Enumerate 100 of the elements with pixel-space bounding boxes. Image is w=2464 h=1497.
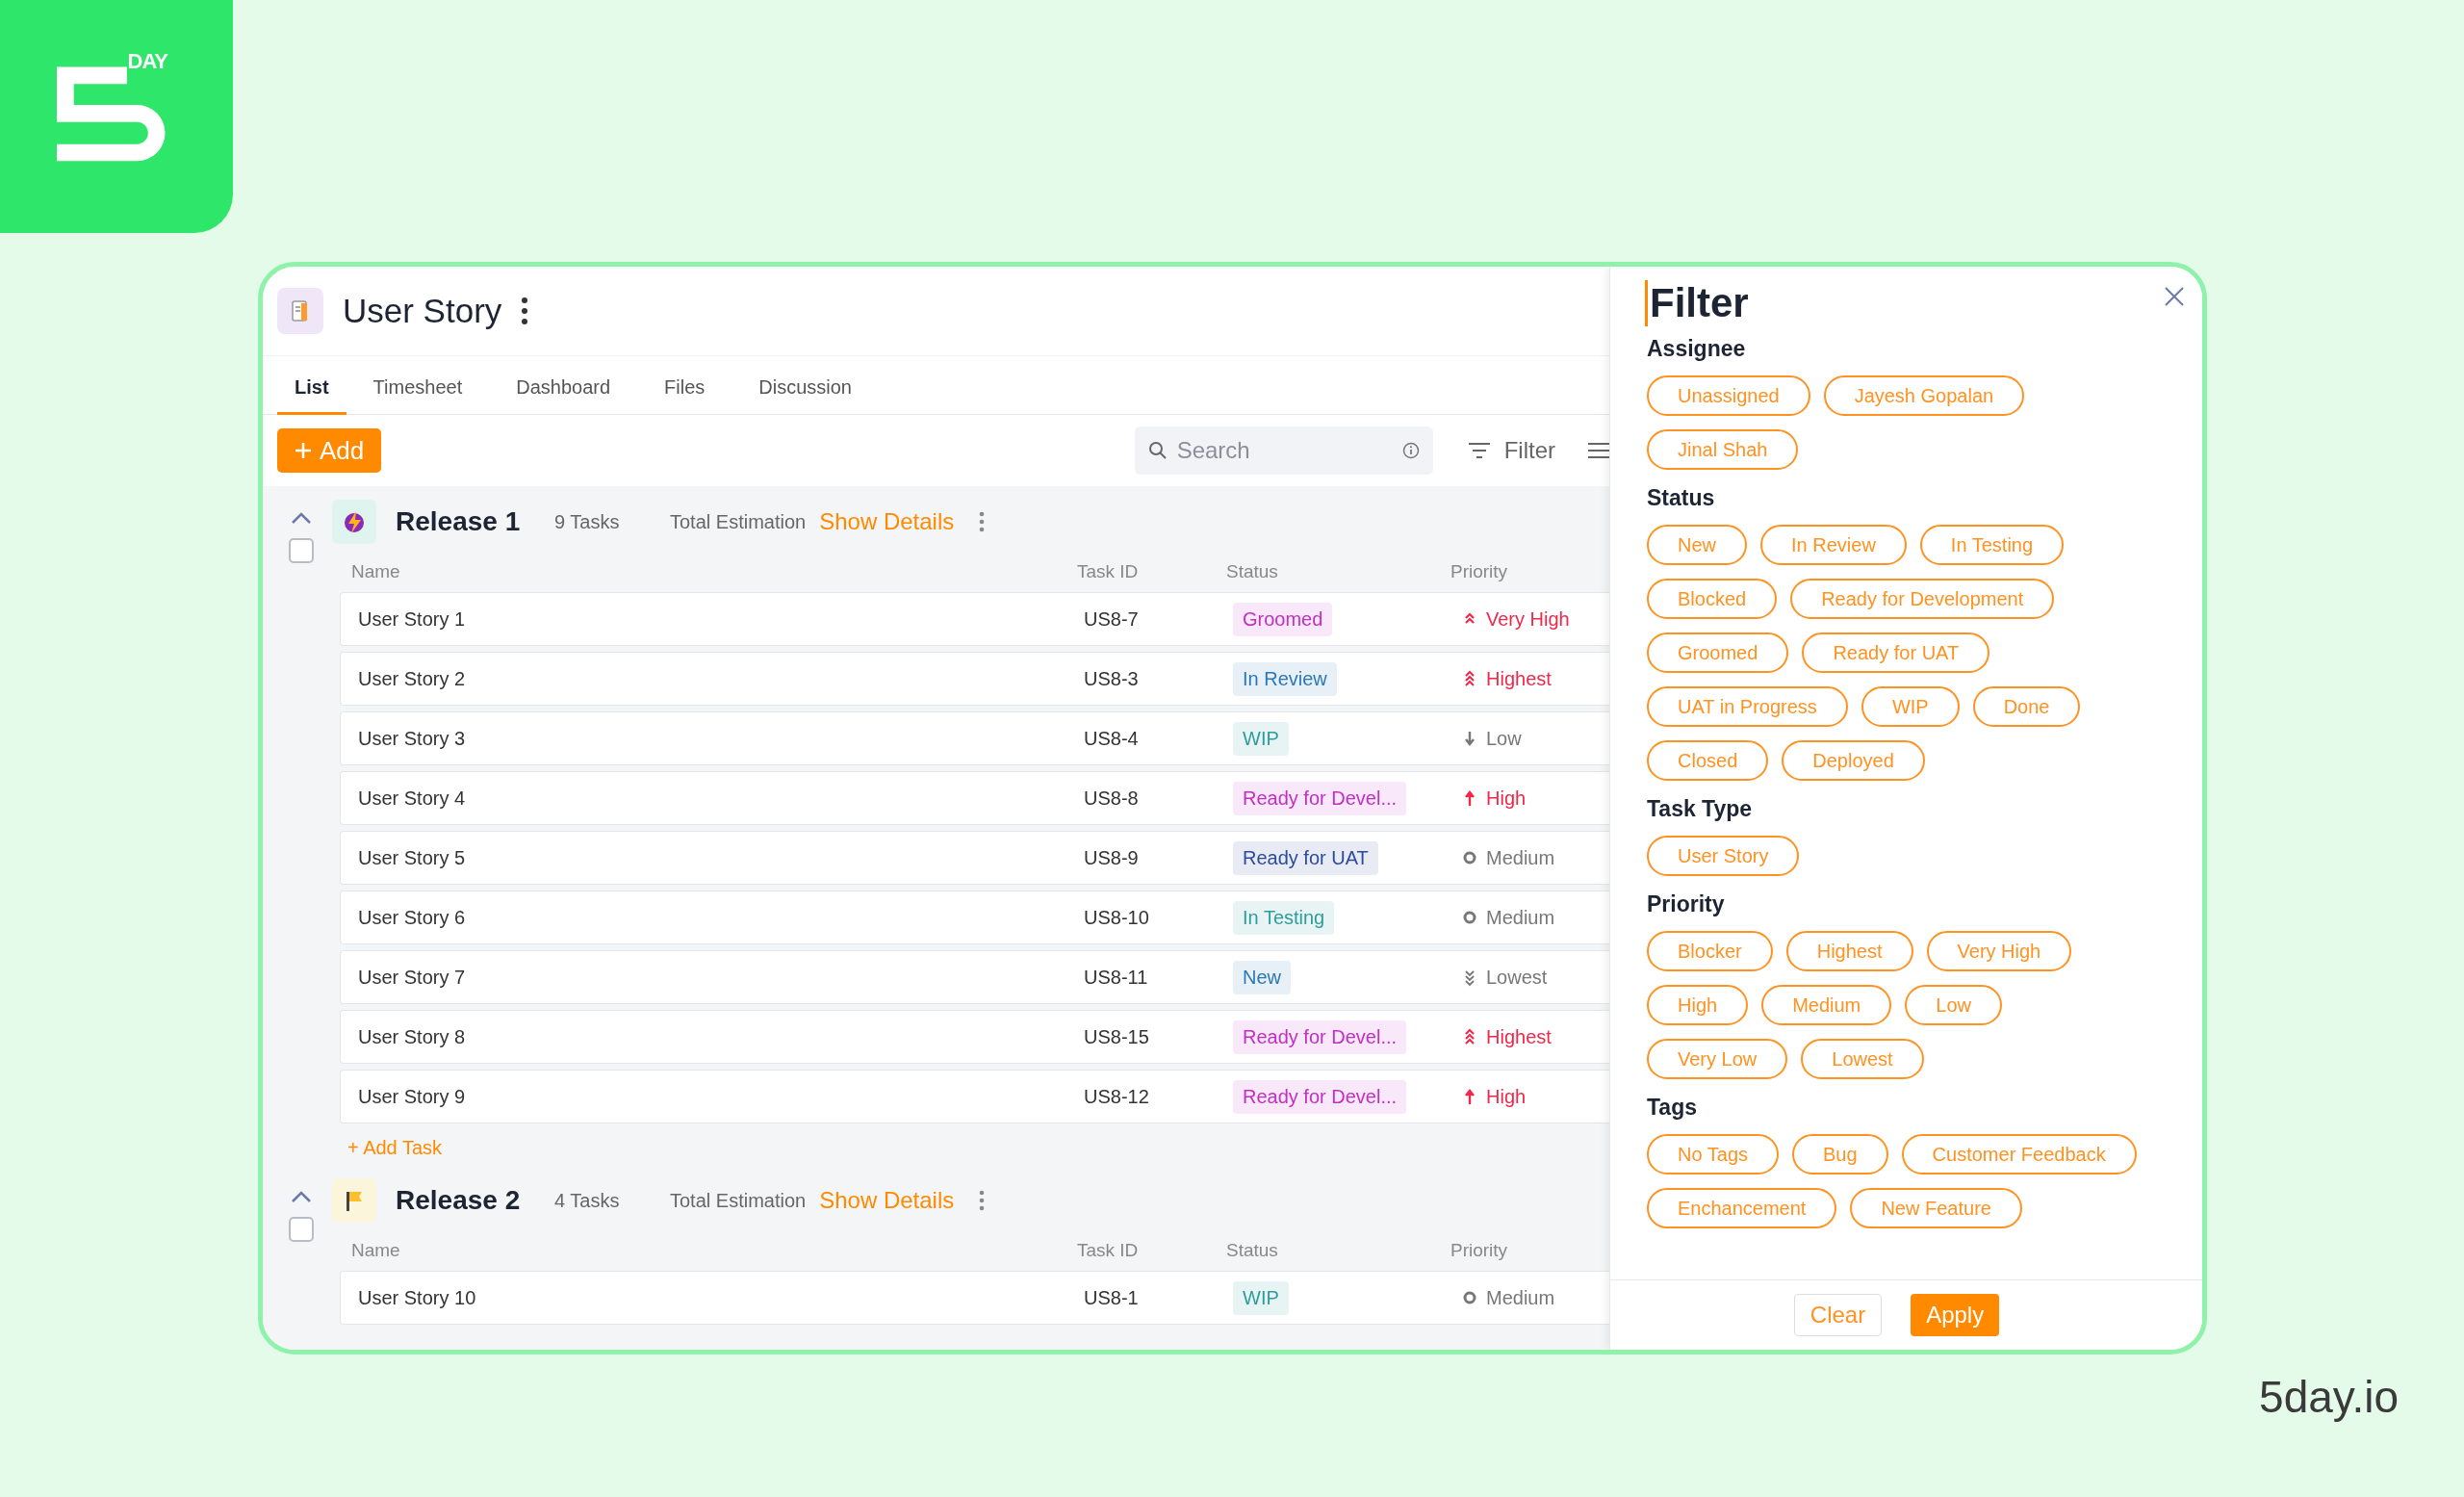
filter-chip[interactable]: UAT in Progress: [1647, 686, 1848, 727]
task-count: 9 Tasks: [554, 510, 621, 533]
filter-icon: [1467, 441, 1491, 460]
release-name: Release 2: [396, 1185, 522, 1216]
filter-chip[interactable]: Enchancement: [1647, 1188, 1837, 1228]
filter-chip[interactable]: Groomed: [1647, 632, 1789, 673]
column-header: Task ID: [1077, 1240, 1140, 1261]
add-button[interactable]: Add: [277, 428, 382, 473]
filter-chip[interactable]: Jinal Shah: [1647, 429, 1799, 470]
task-name: User Story 3: [358, 727, 467, 750]
filter-chip[interactable]: Blocked: [1647, 579, 1778, 619]
show-details-link[interactable]: Show Details: [819, 1187, 955, 1214]
task-id: US8-9: [1084, 846, 1140, 869]
filter-chip[interactable]: Deployed: [1782, 740, 1925, 781]
priority-icon: [1463, 1087, 1476, 1106]
chevron-icon[interactable]: [291, 511, 312, 525]
filter-chip[interactable]: In Review: [1760, 525, 1907, 565]
priority-icon: [1463, 1027, 1476, 1046]
section-title: Status: [1647, 485, 1716, 511]
status-tag: Ready for Devel...: [1233, 1020, 1407, 1054]
task-row[interactable]: User Story 10 US8-1 WIP Medium: [340, 1271, 1609, 1325]
filter-button[interactable]: Filter: [1461, 436, 1561, 465]
checkbox[interactable]: [289, 1217, 314, 1242]
filter-chip[interactable]: In Testing: [1919, 525, 2065, 565]
estimation-label: Total Estimation: [670, 1189, 807, 1212]
filter-chip[interactable]: WIP: [1861, 686, 1960, 727]
task-name: User Story 10: [358, 1286, 477, 1309]
task-name: User Story 5: [358, 846, 467, 869]
task-id: US8-10: [1084, 906, 1150, 929]
section-title: Assignee: [1647, 336, 1747, 362]
filter-chip[interactable]: Highest: [1785, 931, 1913, 971]
tab[interactable]: Timesheet: [346, 376, 490, 415]
task-id: US8-15: [1084, 1025, 1150, 1048]
filter-chip[interactable]: Blocker: [1647, 931, 1773, 971]
priority-icon: [1463, 968, 1476, 987]
task-row[interactable]: User Story 8 US8-15 Ready for Devel... Highest: [340, 1010, 1609, 1064]
chevron-icon[interactable]: [291, 1190, 312, 1203]
status-tag: Ready for Devel...: [1233, 1079, 1407, 1114]
filter-chip[interactable]: Done: [1972, 686, 2081, 727]
task-name: User Story 6: [358, 906, 467, 929]
filter-chip[interactable]: Ready for UAT: [1802, 632, 1990, 673]
filter-chip[interactable]: Very High: [1926, 931, 2072, 971]
show-details-link[interactable]: Show Details: [819, 508, 955, 535]
filter-chip[interactable]: Customer Feedback: [1901, 1134, 2137, 1174]
release-name: Release 1: [396, 506, 522, 537]
list-icon[interactable]: [1588, 441, 1609, 460]
filter-chip[interactable]: Lowest: [1801, 1039, 1924, 1079]
status-tag: WIP: [1233, 721, 1289, 756]
filter-chip[interactable]: Jayesh Gopalan: [1823, 375, 2025, 416]
task-row[interactable]: User Story 5 US8-9 Ready for UAT Medium: [340, 831, 1609, 885]
filter-chip[interactable]: Unassigned: [1647, 375, 1810, 416]
search-field[interactable]: Search: [1134, 426, 1433, 475]
task-row[interactable]: User Story 4 US8-8 Ready for Devel... High: [340, 771, 1609, 825]
status-tag: Ready for Devel...: [1233, 781, 1407, 815]
priority-label: Medium: [1486, 846, 1555, 869]
apply-button[interactable]: Apply: [1911, 1294, 2000, 1336]
task-row[interactable]: User Story 3 US8-4 WIP Low: [340, 711, 1609, 765]
more-options-icon[interactable]: [521, 297, 529, 325]
priority-label: Medium: [1486, 906, 1555, 929]
task-row[interactable]: User Story 1 US8-7 Groomed Very High: [340, 592, 1609, 646]
tab[interactable]: Dashboard: [489, 376, 638, 415]
checkbox[interactable]: [289, 538, 314, 563]
info-icon[interactable]: [1401, 442, 1420, 459]
site-address: 5day.io: [2259, 1371, 2399, 1423]
priority-label: High: [1486, 1085, 1527, 1108]
task-row[interactable]: User Story 6 US8-10 In Testing Medium: [340, 890, 1609, 944]
column-header: Task ID: [1077, 561, 1140, 582]
filter-chip[interactable]: New Feature: [1850, 1188, 2022, 1228]
page-title: User Story: [343, 292, 502, 330]
status-tag: Groomed: [1233, 602, 1333, 636]
priority-icon: [1463, 669, 1476, 688]
tab[interactable]: List: [277, 376, 346, 415]
filter-chip[interactable]: Low: [1905, 985, 2002, 1025]
task-row[interactable]: User Story 2 US8-3 In Review Highest: [340, 652, 1609, 706]
clear-button[interactable]: Clear: [1793, 1294, 1883, 1336]
filter-chip[interactable]: Ready for Development: [1790, 579, 2055, 619]
filter-chip[interactable]: User Story: [1647, 836, 1800, 876]
task-name: User Story 7: [358, 966, 467, 989]
task-name: User Story 4: [358, 787, 467, 810]
task-id: US8-3: [1084, 667, 1140, 690]
task-count: 4 Tasks: [554, 1189, 621, 1212]
task-row[interactable]: User Story 7 US8-11 New Lowest: [340, 950, 1609, 1004]
column-header: Priority: [1450, 561, 1509, 582]
search-icon: [1147, 441, 1168, 460]
section-title: Priority: [1647, 891, 1726, 917]
task-id: US8-4: [1084, 727, 1140, 750]
logo-wordmark: DAY: [127, 48, 167, 74]
filter-chip[interactable]: New: [1647, 525, 1747, 565]
tab[interactable]: Discussion: [732, 376, 879, 415]
priority-label: Very High: [1486, 607, 1570, 631]
filter-chip[interactable]: Very Low: [1647, 1039, 1788, 1079]
filter-chip[interactable]: Closed: [1647, 740, 1769, 781]
task-row[interactable]: User Story 9 US8-12 Ready for Devel... High: [340, 1070, 1609, 1123]
filter-chip[interactable]: Bug: [1792, 1134, 1888, 1174]
filter-chip[interactable]: High: [1647, 985, 1749, 1025]
filter-chip[interactable]: Medium: [1761, 985, 1892, 1025]
tab[interactable]: Files: [637, 376, 732, 415]
close-icon[interactable]: [2164, 286, 2185, 307]
filter-chip[interactable]: No Tags: [1647, 1134, 1779, 1174]
add-task-link[interactable]: + Add Task: [347, 1137, 443, 1159]
